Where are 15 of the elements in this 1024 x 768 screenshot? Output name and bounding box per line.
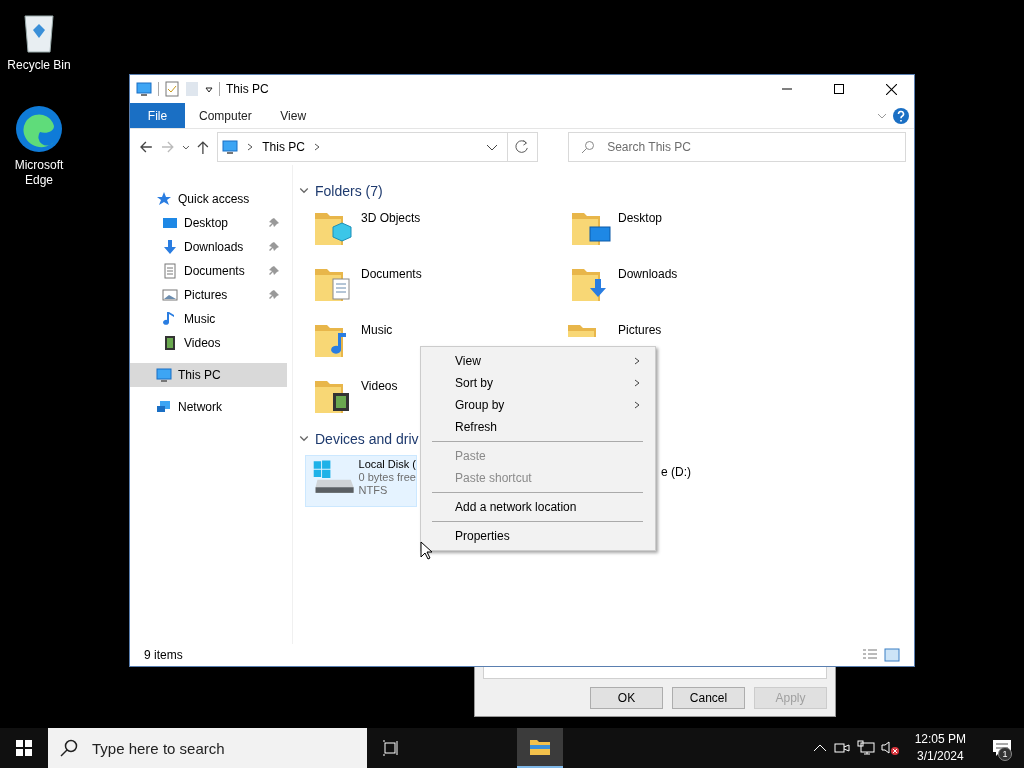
drive-filesystem: NTFS — [358, 484, 389, 496]
drive-name: e (D:) — [661, 465, 691, 481]
folder-label: 3D Objects — [361, 211, 421, 225]
desktop-icon-label: Recycle Bin — [6, 58, 72, 73]
drive-name: Local Disk ( — [358, 458, 416, 470]
desktop-icon-label: Microsoft Edge — [13, 158, 65, 188]
folder-label: Music — [361, 323, 393, 337]
folder-label: Downloads — [618, 267, 678, 281]
folder-label: Videos — [361, 379, 398, 393]
folder-label: Documents — [361, 267, 422, 281]
folder-label: Desktop — [618, 211, 663, 225]
status-text: 9 items — [144, 648, 183, 662]
folder-label: Pictures — [618, 323, 662, 337]
drive-free-space: 0 bytes free — [358, 471, 416, 483]
window-title: This PC — [226, 82, 270, 96]
